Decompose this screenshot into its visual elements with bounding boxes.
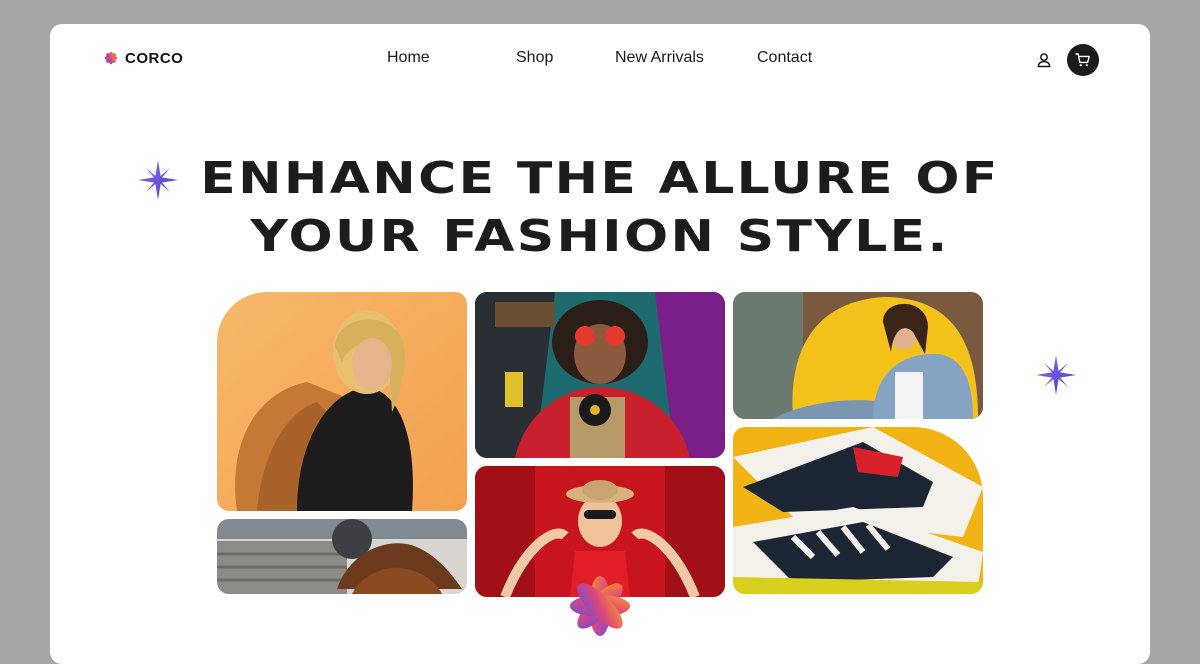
woman-orange-jacket-photo[interactable] — [217, 292, 467, 511]
man-headphones-vinyl-photo[interactable] — [475, 292, 725, 458]
hero-title: ENHANCE THE ALLURE OF YOUR FASHION STYLE… — [50, 150, 1150, 266]
woman-denim-yellow-chair-photo[interactable] — [733, 292, 983, 419]
sparkle-icon-right — [1036, 355, 1076, 395]
leather-shoes-sweaters-photo[interactable] — [217, 519, 467, 594]
cart-button[interactable] — [1067, 44, 1099, 76]
hero-title-line-1: ENHANCE THE ALLURE OF — [200, 153, 1000, 204]
sneakers-yellow-background-photo[interactable] — [733, 427, 983, 594]
user-icon — [1037, 53, 1051, 68]
main-nav: Home Shop New Arrivals Contact — [50, 49, 1150, 69]
nav-item-home[interactable]: Home — [387, 49, 430, 67]
nav-item-new-arrivals[interactable]: New Arrivals — [615, 49, 704, 67]
decorative-flower-icon — [570, 576, 630, 636]
sparkle-icon-left — [138, 160, 178, 200]
nav-item-shop[interactable]: Shop — [516, 49, 553, 67]
account-button[interactable] — [1034, 50, 1054, 70]
landing-page: CORCO Home Shop New Arrivals Contact ENH… — [50, 24, 1150, 664]
cart-icon — [1075, 53, 1090, 67]
nav-item-contact[interactable]: Contact — [757, 49, 812, 67]
hero-title-line-2: YOUR FASHION STYLE. — [250, 211, 950, 262]
